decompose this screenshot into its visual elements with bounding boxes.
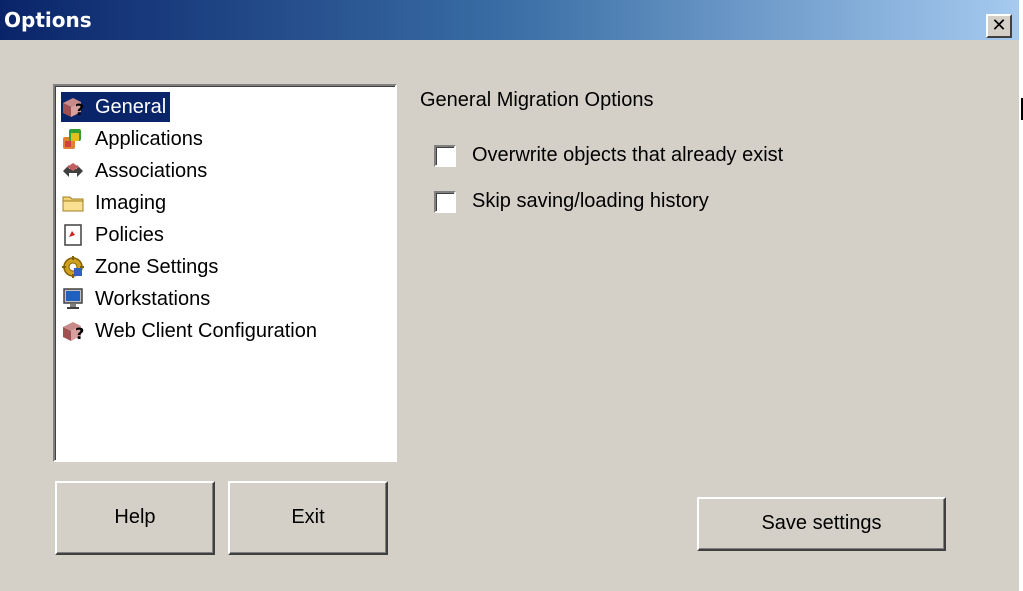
list-item-label: Imaging [95,191,167,214]
list-item-workstations[interactable]: Workstations [61,284,214,314]
list-item-imaging[interactable]: Imaging [61,188,170,218]
overwrite-checkbox[interactable] [434,144,456,167]
folder-icon [61,191,85,215]
help-button[interactable]: Help [55,481,215,555]
skip-history-label: Skip saving/loading history [472,190,709,212]
save-settings-button[interactable]: Save settings [697,497,946,551]
close-button[interactable]: ✕ [986,14,1012,38]
svg-text:?: ? [75,100,84,119]
list-item-general[interactable]: ? General [61,92,171,122]
skip-history-option[interactable]: Skip saving/loading history [434,190,709,213]
list-item-policies[interactable]: Policies [61,220,168,250]
skip-history-checkbox[interactable] [434,190,456,213]
question-package-icon: ? [61,95,85,119]
associations-icon [61,159,85,183]
overwrite-label: Overwrite objects that already exist [472,144,784,166]
monitor-icon [61,287,85,311]
list-item-applications[interactable]: Applications [61,124,207,154]
list-item-web-client-configuration[interactable]: ? Web Client Configuration [61,316,321,346]
help-button-label: Help [114,506,156,528]
overwrite-option[interactable]: Overwrite objects that already exist [434,144,783,167]
list-item-label: Zone Settings [95,255,219,278]
list-item-label: Applications [95,127,203,150]
exit-button-label: Exit [291,506,325,528]
list-item-label: Web Client Configuration [95,319,317,342]
applications-icon [61,127,85,151]
options-dialog: Options ✕ ? General Applications Associa… [0,0,1019,591]
gear-icon [61,255,85,279]
svg-text:?: ? [75,324,84,343]
question-package-icon: ? [61,319,85,343]
window-edge [1019,0,1023,591]
list-item-zone-settings[interactable]: Zone Settings [61,252,222,282]
group-title: General Migration Options [420,89,654,111]
exit-button[interactable]: Exit [228,481,388,555]
list-item-label: Workstations [95,287,211,310]
list-item-label: Associations [95,159,208,182]
window-title: Options [4,8,92,32]
list-item-label: Policies [95,223,164,246]
title-bar[interactable]: Options ✕ [0,0,1019,40]
close-icon: ✕ [991,15,1007,36]
list-item-associations[interactable]: Associations [61,156,211,186]
list-item-label: General [91,94,171,120]
save-settings-label: Save settings [761,512,882,534]
policies-icon [61,223,85,247]
category-list[interactable]: ? General Applications Associations Imag… [53,84,397,462]
